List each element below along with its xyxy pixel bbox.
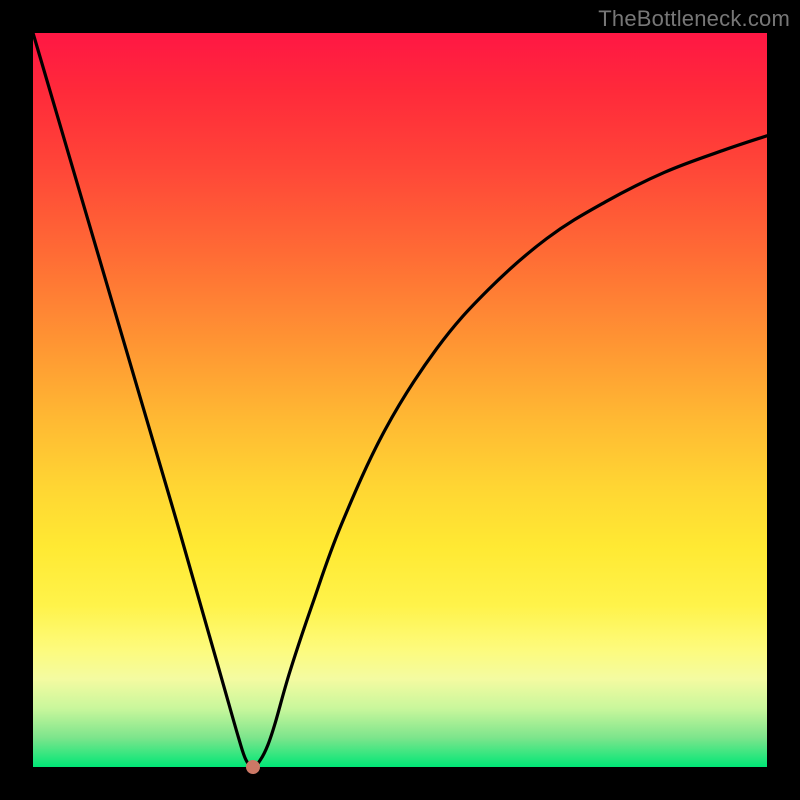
chart-frame: TheBottleneck.com [0,0,800,800]
plot-area [33,33,767,767]
watermark-text: TheBottleneck.com [598,6,790,32]
optimal-point-marker [246,760,260,774]
bottleneck-curve-path [33,33,767,767]
curve-svg [33,33,767,767]
